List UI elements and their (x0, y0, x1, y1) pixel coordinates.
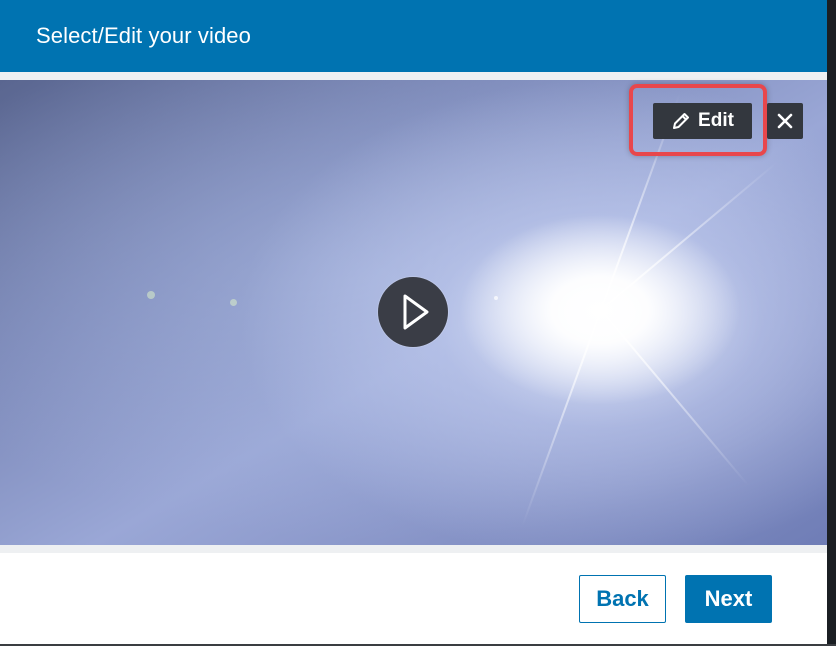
divider (0, 72, 827, 80)
edit-button-label: Edit (698, 110, 734, 131)
play-icon (403, 294, 429, 330)
close-icon (777, 113, 793, 129)
dialog-footer: Back Next (0, 553, 827, 644)
pencil-icon (673, 113, 690, 129)
dialog-header: Select/Edit your video (0, 0, 827, 72)
divider (0, 545, 827, 553)
sun-ray (521, 309, 602, 527)
lens-flare (494, 296, 498, 300)
lens-flare (147, 291, 155, 299)
next-button[interactable]: Next (685, 575, 772, 623)
window-edge (827, 0, 836, 646)
remove-video-button[interactable] (767, 103, 803, 139)
play-button[interactable] (378, 277, 448, 347)
back-button[interactable]: Back (579, 575, 666, 623)
dialog-title: Select/Edit your video (36, 23, 251, 48)
lens-flare (230, 299, 237, 306)
sun-ray (600, 309, 750, 487)
edit-button[interactable]: Edit (653, 103, 752, 139)
video-dialog: Select/Edit your video Edit Back Next (0, 0, 827, 644)
